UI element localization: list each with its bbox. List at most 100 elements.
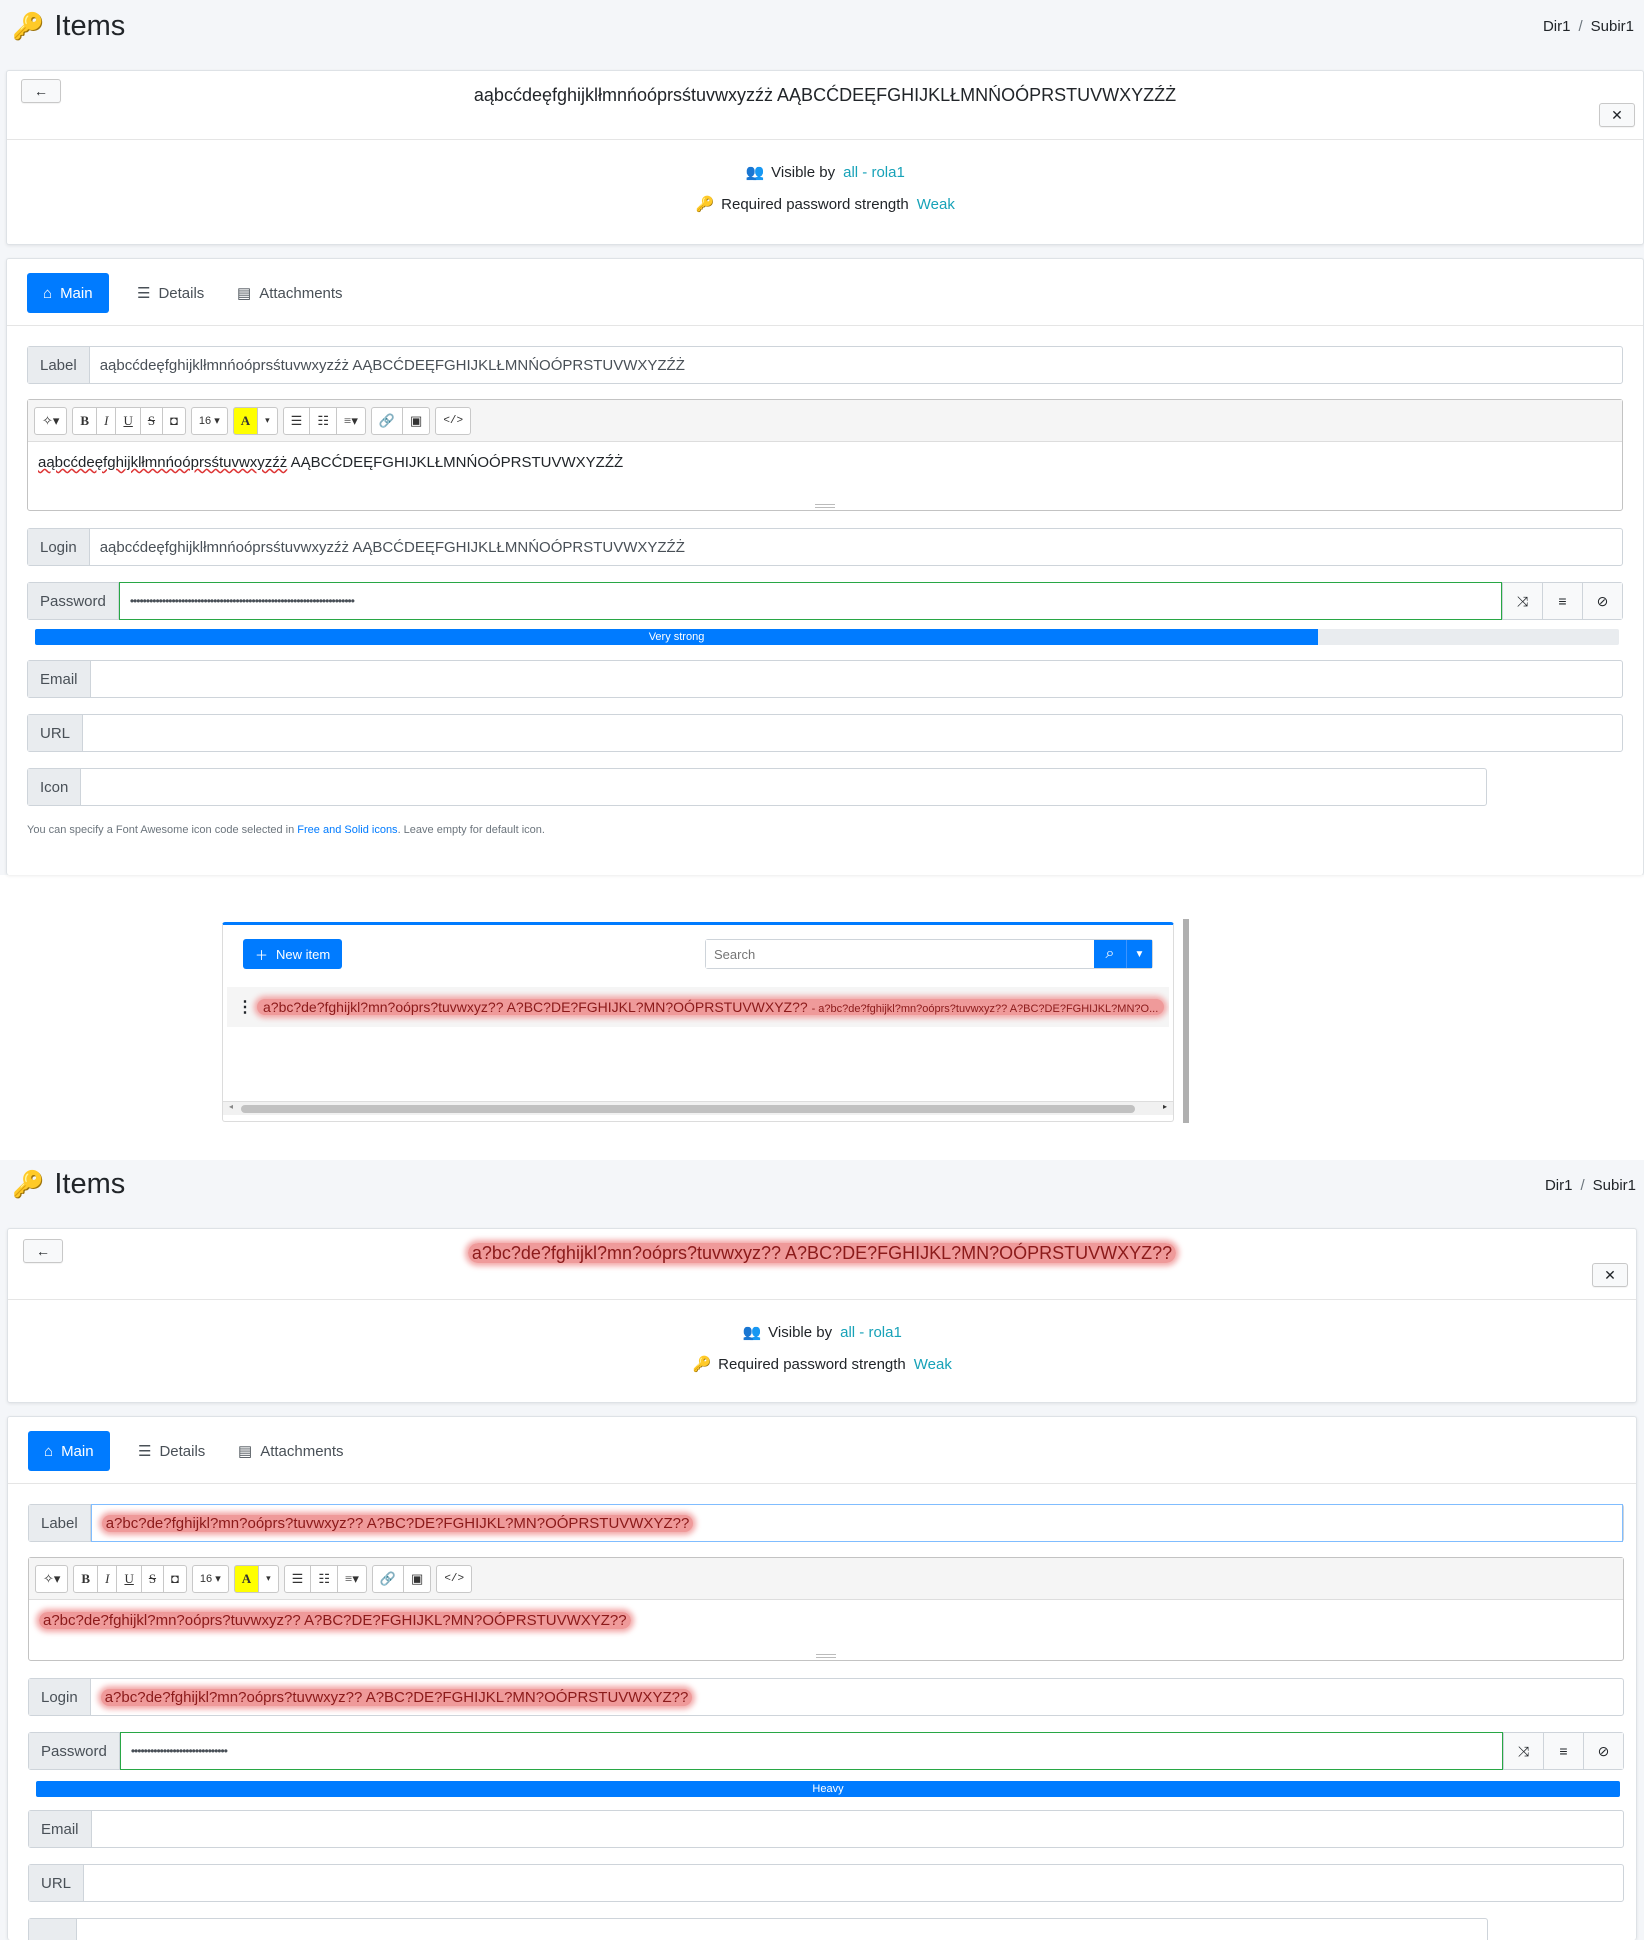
eraser-button[interactable]: ◘ [163, 1564, 187, 1593]
magic-wand-button[interactable]: ✧▾ [34, 406, 68, 435]
login-input[interactable]: a?bc?de?fghijkl?mn?oóprs?tuvwxyz?? A?BC?… [91, 1679, 1623, 1715]
close-button[interactable]: ✕ [1599, 103, 1635, 127]
strikethrough-button[interactable]: S [139, 406, 164, 435]
font-size-select[interactable]: 16 ▾ [191, 1564, 229, 1593]
password-options-button[interactable]: ≡ [1542, 583, 1582, 619]
generate-password-button[interactable]: ⤨ [1502, 583, 1542, 619]
label-input[interactable]: aąbcćdeęfghijklłmnńoóprsśtuvwxyzźż AĄBCĆ… [90, 347, 1622, 383]
list-item[interactable]: ⋮ a?bc?de?fghijkl?mn?oóprs?tuvwxyz?? A?B… [227, 987, 1169, 1027]
email-input[interactable] [92, 1811, 1623, 1847]
color-dropdown-button[interactable]: ▾ [257, 406, 278, 435]
breadcrumb-2: Dir1/Subir1 [1544, 1177, 1636, 1194]
tab-main[interactable]: ⌂ Main [28, 1431, 110, 1471]
tab-attachments[interactable]: ▤ Attachments [221, 273, 359, 313]
login-input[interactable]: aąbcćdeęfghijklłmnńoóprsśtuvwxyzźż AĄBCĆ… [90, 529, 1622, 565]
link-button[interactable]: 🔗 [371, 1564, 405, 1593]
align-button[interactable]: ≡▾ [335, 406, 366, 435]
password-strength-value[interactable]: Weak [917, 196, 955, 213]
scrollbar-thumb[interactable] [241, 1105, 1135, 1113]
icon-input[interactable] [81, 769, 1486, 805]
tabs-divider [7, 325, 1643, 326]
numbered-list-button[interactable]: ☷ [309, 406, 337, 435]
image-button[interactable]: ▣ [402, 406, 431, 435]
drag-handle-icon[interactable]: ⋮ [237, 997, 253, 1017]
key-icon: 🔑 [12, 1169, 45, 1199]
label-field: Label aąbcćdeęfghijklłmnńoóprsśtuvwxyzźż… [27, 346, 1623, 384]
editor-content[interactable]: aąbcćdeęfghijklłmnńoóprsśtuvwxyzźż AĄBCĆ… [28, 442, 1622, 483]
password-input[interactable]: •••••••••••••••••••••••••••••• [119, 1732, 1503, 1770]
toggle-visibility-button[interactable]: ⊘ [1583, 1733, 1623, 1769]
toggle-visibility-button[interactable]: ⊘ [1582, 583, 1622, 619]
tab-main[interactable]: ⌂ Main [27, 273, 109, 313]
tab-attachments[interactable]: ▤ Attachments [222, 1431, 360, 1471]
search-input[interactable] [706, 940, 1094, 968]
editor-content[interactable]: a?bc?de?fghijkl?mn?oóprs?tuvwxyz?? A?BC?… [29, 1600, 1623, 1641]
visible-by-value[interactable]: all - rola1 [843, 164, 905, 181]
password-input[interactable]: ••••••••••••••••••••••••••••••••••••••••… [118, 582, 1502, 620]
italic-button[interactable]: I [97, 1564, 118, 1593]
label-input[interactable]: a?bc?de?fghijkl?mn?oóprs?tuvwxyz?? A?BC?… [90, 1504, 1623, 1542]
sliders-icon: ≡ [1558, 593, 1567, 609]
new-item-button[interactable]: ＋ New item [243, 939, 343, 969]
close-button[interactable]: ✕ [1592, 1263, 1628, 1287]
login-field-label: Login [29, 1679, 91, 1715]
font-size-select[interactable]: 16 ▾ [190, 406, 228, 435]
list-item-subtitle: - a?bc?de?fghijkl?mn?oóprs?tuvwxyz?? A?B… [811, 1003, 1159, 1015]
eraser-button[interactable]: ◘ [162, 406, 186, 435]
eye-slash-icon: ⊘ [1596, 592, 1609, 609]
tab-details[interactable]: ☰ Details [121, 273, 220, 313]
sliders-icon: ≡ [1559, 1743, 1568, 1759]
key-icon: 🔑 [12, 11, 45, 41]
align-button[interactable]: ≡▾ [336, 1564, 367, 1593]
font-awesome-link[interactable]: Free and Solid icons [297, 824, 397, 836]
bold-button[interactable]: B [73, 1564, 99, 1593]
underline-button[interactable]: U [115, 406, 141, 435]
editor-resize-handle[interactable] [815, 504, 835, 508]
horizontal-scrollbar[interactable]: ◂ ▸ [223, 1101, 1173, 1115]
highlight-color-button[interactable]: A [232, 406, 259, 435]
caret-down-icon: ▼ [1134, 948, 1145, 960]
icon-field-label [29, 1919, 77, 1940]
password-strength-line: 🔑 Required password strength Weak [692, 1356, 952, 1373]
url-field-label: URL [29, 1865, 85, 1901]
scroll-left-icon[interactable]: ◂ [229, 1102, 233, 1111]
archive-icon: ▤ [238, 1443, 253, 1460]
numbered-list-button[interactable]: ☷ [310, 1564, 338, 1593]
bold-button[interactable]: B [72, 406, 98, 435]
image-button[interactable]: ▣ [403, 1564, 432, 1593]
generate-password-button[interactable]: ⤨ [1503, 1733, 1543, 1769]
breadcrumb: Dir1/Subir1 [1542, 18, 1634, 35]
item-form-card-2: ⌂ Main ☰ Details ▤ Attachments Label a?bc?d… [7, 1416, 1637, 1940]
password-options-button[interactable]: ≡ [1543, 1733, 1583, 1769]
icon-input[interactable] [77, 1919, 1487, 1940]
vertical-scrollbar[interactable] [1183, 919, 1189, 1123]
italic-button[interactable]: I [96, 406, 117, 435]
close-icon: ✕ [1604, 1266, 1616, 1283]
link-button[interactable]: 🔗 [370, 406, 404, 435]
breadcrumb-dir1[interactable]: Dir1 [1545, 1177, 1573, 1194]
email-input[interactable] [91, 661, 1622, 697]
scroll-right-icon[interactable]: ▸ [1163, 1102, 1167, 1111]
breadcrumb-dir1[interactable]: Dir1 [1543, 18, 1571, 35]
code-view-button[interactable]: </> [435, 406, 472, 435]
search-button[interactable]: ⌕ [1094, 940, 1126, 968]
icon-field [28, 1918, 1488, 1940]
visible-by-value[interactable]: all - rola1 [840, 1324, 902, 1341]
editor-resize-handle[interactable] [816, 1654, 836, 1658]
tab-details[interactable]: ☰ Details [122, 1431, 221, 1471]
bullet-list-button[interactable]: ☰ [282, 406, 311, 435]
color-dropdown-button[interactable]: ▾ [258, 1564, 279, 1593]
password-strength-bar: Very strong [35, 629, 1619, 645]
password-strength-value[interactable]: Weak [914, 1356, 952, 1373]
underline-button[interactable]: U [116, 1564, 142, 1593]
magic-wand-button[interactable]: ✧▾ [35, 1564, 69, 1593]
strikethrough-button[interactable]: S [140, 1564, 165, 1593]
code-view-button[interactable]: </> [436, 1564, 473, 1593]
search-options-button[interactable]: ▼ [1126, 940, 1152, 968]
bullet-list-button[interactable]: ☰ [283, 1564, 312, 1593]
url-input[interactable] [84, 1865, 1623, 1901]
breadcrumb-subdir1[interactable]: Subir1 [1593, 1177, 1636, 1194]
url-input[interactable] [83, 715, 1622, 751]
highlight-color-button[interactable]: A [233, 1564, 260, 1593]
breadcrumb-subdir1[interactable]: Subir1 [1591, 18, 1634, 35]
